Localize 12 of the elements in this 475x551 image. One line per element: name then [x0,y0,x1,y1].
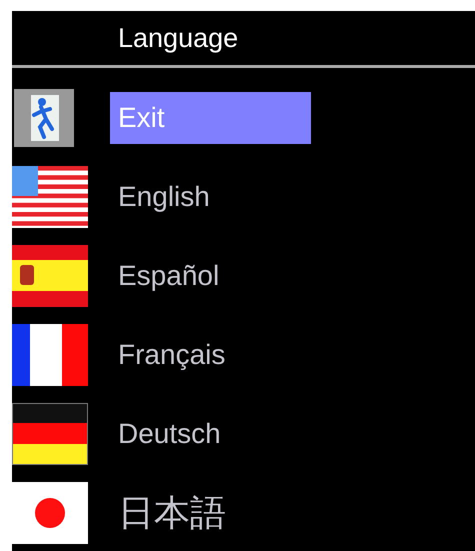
flag-icon [12,245,88,307]
flag-icon [12,166,88,228]
running-figure-icon [14,89,74,147]
menu-item[interactable]: Deutsch [110,408,311,460]
flag-icon [12,403,88,465]
menu-title: Language [118,22,238,54]
menu-item[interactable]: 日本語 [110,487,311,539]
menu-item[interactable]: Español [110,250,311,302]
flag-icon [12,482,88,544]
menu-item[interactable]: Français [110,329,311,381]
flag-icon [12,324,88,386]
menu-item[interactable]: English [110,171,311,223]
